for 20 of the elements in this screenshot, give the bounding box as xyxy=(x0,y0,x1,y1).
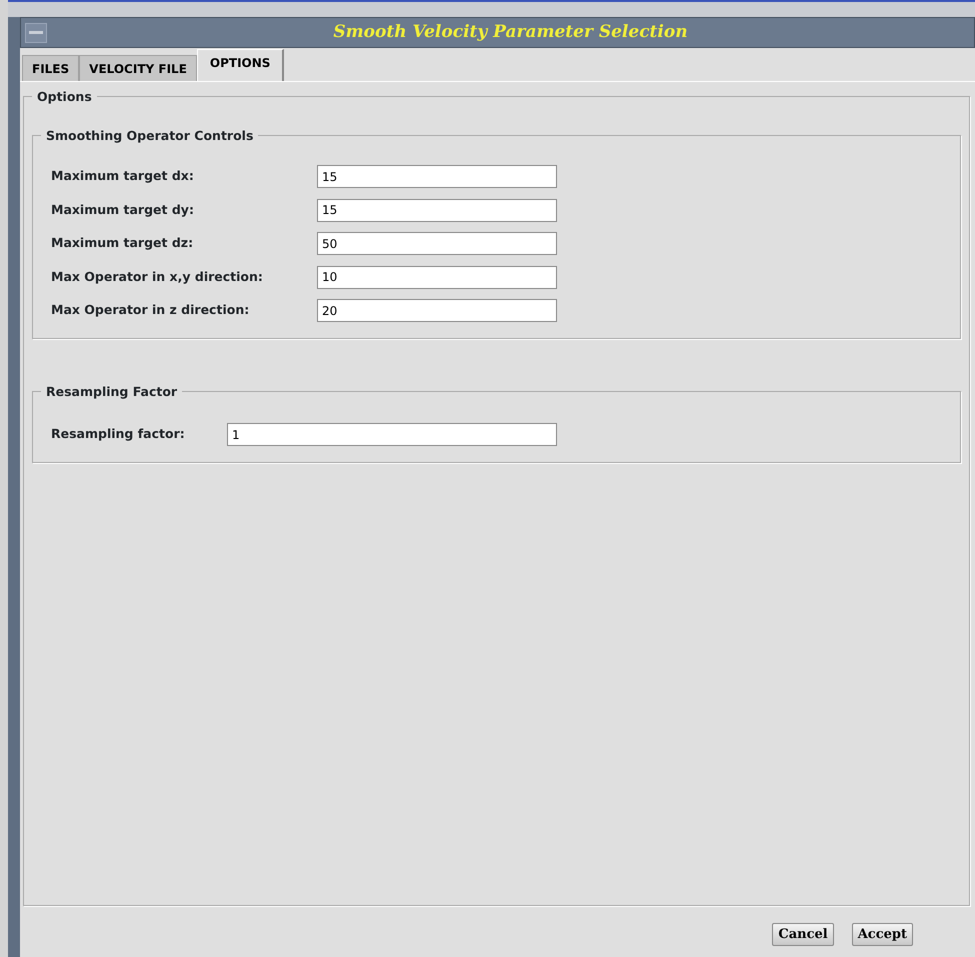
window-title: Smooth Velocity Parameter Selection xyxy=(332,20,689,44)
input-field[interactable]: 15 xyxy=(317,198,557,222)
field-label: Maximum target dy: xyxy=(51,200,195,219)
field-label: Maximum target dz: xyxy=(51,234,194,252)
input-field[interactable]: 20 xyxy=(317,299,557,322)
dialog-button[interactable]: Accept xyxy=(852,922,913,946)
field-label: Max Operator in x,y direction: xyxy=(51,268,264,286)
input-field[interactable]: 1 xyxy=(227,423,557,446)
window-menu-button[interactable] xyxy=(25,22,47,42)
input-field[interactable]: 15 xyxy=(317,165,557,188)
dialog-button[interactable]: Cancel xyxy=(772,922,834,946)
field-label: Resampling factor: xyxy=(51,425,186,444)
tab[interactable]: FILES xyxy=(22,55,80,81)
tab[interactable]: OPTIONS xyxy=(196,49,284,81)
field-label: Max Operator in z direction: xyxy=(51,301,250,320)
tab[interactable]: VELOCITY FILE xyxy=(79,55,197,81)
input-field[interactable]: 10 xyxy=(317,266,557,289)
field-label: Maximum target dx: xyxy=(51,167,195,186)
minus-icon xyxy=(29,31,43,34)
input-field[interactable]: 50 xyxy=(317,232,557,256)
